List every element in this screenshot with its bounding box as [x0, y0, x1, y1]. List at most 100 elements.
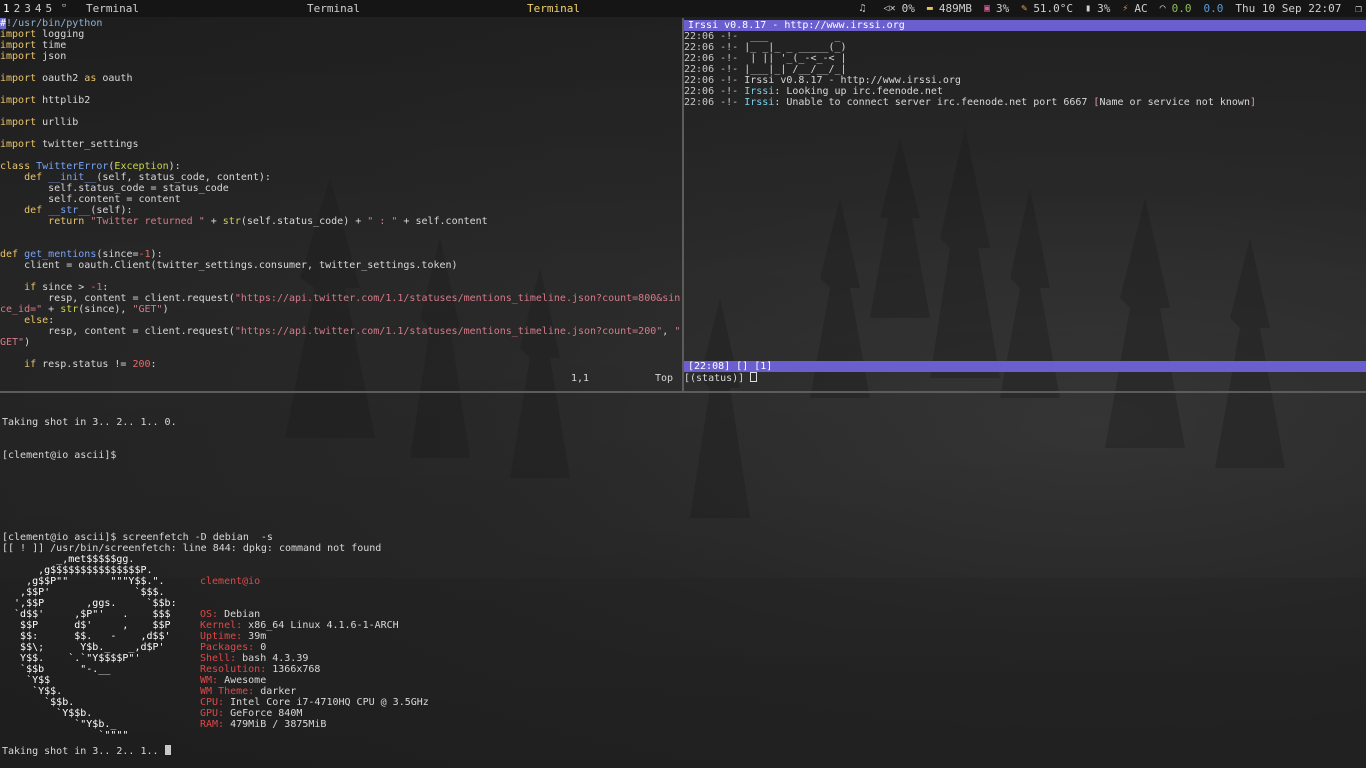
- code-token: since >: [36, 282, 91, 293]
- code-token: |___|_| /__/__/_|: [744, 64, 847, 75]
- code-token: __init__: [48, 172, 97, 183]
- shell-output-line: Taking shot in 3.. 2.. 1.. 0.: [2, 417, 177, 428]
- code-token: +: [204, 216, 223, 227]
- code-line: else:: [0, 315, 682, 326]
- vim-ruler: 1,1 Top: [0, 373, 682, 384]
- irssi-input-line[interactable]: [(status)]: [684, 372, 758, 384]
- power-value: AC: [1134, 2, 1148, 15]
- code-token: class: [0, 161, 31, 172]
- code-token: import: [0, 29, 37, 40]
- code-line: import time: [0, 40, 682, 51]
- code-token: httplib2: [36, 95, 91, 106]
- code-token: |_ _|_ _ _____(_): [744, 42, 847, 53]
- code-token: import: [0, 139, 37, 150]
- code-token: 22:06: [684, 31, 721, 42]
- code-token: oauth: [96, 73, 133, 84]
- window-layout-button[interactable]: ❐: [1355, 0, 1362, 17]
- code-token: (since=: [96, 249, 139, 260]
- logo-line: `"Y$b._: [2, 719, 117, 730]
- irssi-pane[interactable]: Irssi v0.8.17 - http://www.irssi.org 22:…: [684, 18, 1366, 391]
- temp-value: 51.0°C: [1033, 2, 1074, 15]
- cursor-position: 1,1: [571, 373, 590, 384]
- code-token: Irssi v0.8.17 - http://www.irssi.org: [744, 75, 961, 86]
- code-token: 22:06: [684, 42, 721, 53]
- code-line: import logging: [0, 29, 682, 40]
- battery-icon: ▮: [1085, 3, 1092, 14]
- code-token: -1: [138, 249, 151, 260]
- sysinfo-value: x86_64 Linux 4.1.6-1-ARCH: [242, 620, 399, 631]
- irssi-status-bar: [22:08] [] [1]: [684, 361, 1366, 372]
- workspace-tag-4[interactable]: 4: [35, 2, 42, 15]
- sysinfo-key: GPU:: [200, 708, 225, 719]
- sysinfo-row: RAM: 479MiB / 3875MiB: [200, 719, 429, 730]
- music-widget[interactable]: ♫: [860, 0, 872, 17]
- code-token: !/usr/bin/python: [6, 18, 103, 29]
- irc-message: 22:06 -!- |_ _|_ _ _____(_): [684, 42, 1256, 53]
- memory-value: 489MB: [938, 2, 972, 15]
- sysinfo-row: GPU: GeForce 840M: [200, 708, 429, 719]
- code-token: : Unable to connect server irc.feenode.n…: [774, 97, 1094, 108]
- code-token: "https://api.twitter.com/1.1/statuses/me…: [234, 293, 681, 304]
- code-token: (self.status_code) +: [240, 216, 368, 227]
- code-line: def __str__(self):: [0, 205, 682, 216]
- shell-command-line: [clement@io ascii]$ screenfetch -D debia…: [2, 532, 273, 543]
- code-line: if resp.status != 200:: [0, 359, 682, 370]
- code-token: TwitterError: [36, 161, 109, 172]
- sysinfo-value: Awesome: [218, 675, 267, 686]
- vim-buffer[interactable]: #!/usr/bin/python import logging import ti…: [0, 18, 682, 370]
- shell-terminal-pane[interactable]: Taking shot in 3.. 2.. 1.. 0. [clement@i…: [0, 393, 1366, 768]
- sysinfo-value: Intel Core i7-4710HQ CPU @ 3.5GHz: [224, 697, 429, 708]
- logo-line: ,g$$P"" """Y$$.".: [2, 576, 165, 587]
- workspace-tag-1[interactable]: 1: [3, 2, 10, 15]
- sysinfo-value: GeForce 840M: [224, 708, 303, 719]
- code-token: oauth2: [36, 73, 85, 84]
- logo-line: `$$b "-.__: [2, 664, 111, 675]
- workspace-tag-2[interactable]: 2: [14, 2, 21, 15]
- code-token: "GET": [132, 304, 163, 315]
- code-token: def: [0, 249, 19, 260]
- status-area: ♫ ◁✕ 0% ▬ 489MB ▣ 3% ✎ 51.0°C ▮ 3% ⚡ AC ◠ 0.0 0.…: [848, 0, 1366, 17]
- sysinfo-value: 0: [254, 642, 267, 653]
- irc-message: 22:06 -!- | || '_(_-<_-< |: [684, 53, 1256, 64]
- code-token: __str__: [48, 205, 91, 216]
- volume-widget[interactable]: ◁✕ 0%: [884, 0, 915, 17]
- vim-editor-pane[interactable]: #!/usr/bin/python import logging import ti…: [0, 18, 682, 391]
- music-icon: ♫: [859, 3, 866, 14]
- sysinfo-value: 39m: [242, 631, 267, 642]
- code-token: return: [48, 216, 85, 227]
- code-token: Name or service not known: [1099, 97, 1250, 108]
- logo-line: `Y$$.: [2, 686, 63, 697]
- code-token: 22:06: [684, 53, 721, 64]
- logo-line: Y$$. `.`"Y$$$$P"': [2, 653, 141, 664]
- shell-history: Taking shot in 3.. 2.. 1.. 0. [clement@i…: [2, 395, 177, 483]
- sysinfo-key: CPU:: [200, 697, 225, 708]
- code-line: import httplib2: [0, 95, 682, 106]
- code-token: else: [24, 315, 49, 326]
- layout-indicator-icon[interactable]: ▫: [62, 0, 66, 14]
- code-token: resp, content = client.request(: [0, 293, 235, 304]
- shell-current-line[interactable]: Taking shot in 3.. 2.. 1..: [2, 745, 171, 757]
- wifi-icon: ◠: [1159, 3, 1166, 14]
- code-token: ___ _: [744, 31, 841, 42]
- text-cursor: [750, 372, 758, 382]
- memory-widget: ▬ 489MB: [927, 0, 972, 17]
- code-token: if: [24, 359, 37, 370]
- taskbar-item-terminal-1[interactable]: Terminal: [86, 0, 139, 17]
- net-up-value: 0.0: [1203, 2, 1224, 15]
- clock-widget[interactable]: Thu 10 Sep 22:07: [1235, 0, 1341, 17]
- taskbar-item-terminal-active[interactable]: Terminal: [527, 0, 580, 17]
- sysinfo-row: Packages: 0: [200, 642, 429, 653]
- workspace-tag-5[interactable]: 5: [46, 2, 53, 15]
- sysinfo-key: Shell:: [200, 653, 237, 664]
- workspace-tag-3[interactable]: 3: [24, 2, 31, 15]
- taskbar-item-terminal-2[interactable]: Terminal: [307, 0, 360, 17]
- clock: Thu 10 Sep 22:07: [1235, 2, 1342, 15]
- code-token: logging: [36, 29, 85, 40]
- code-token: -!-: [720, 97, 745, 108]
